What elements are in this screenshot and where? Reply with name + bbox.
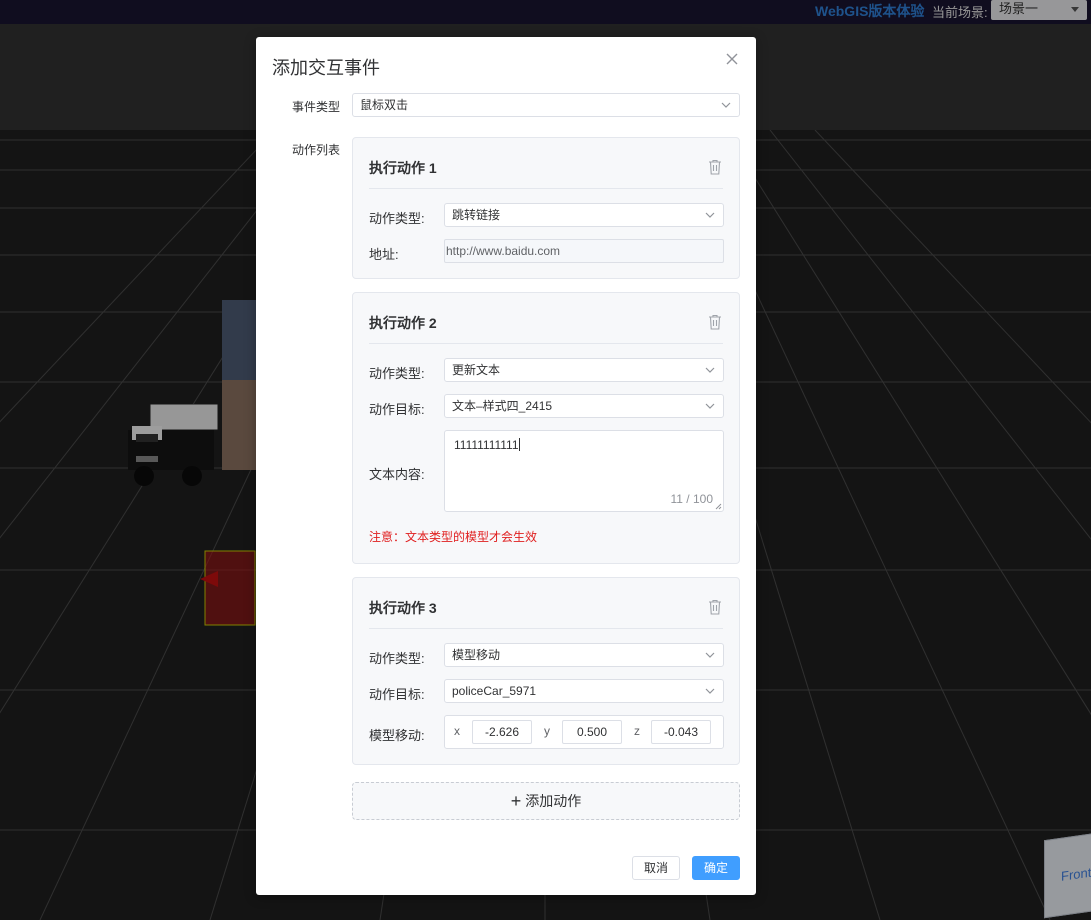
card-divider (369, 343, 723, 344)
text-content-textarea[interactable]: 11111111111 11 / 100 (444, 430, 724, 512)
action-type-value: 模型移动 (452, 648, 501, 662)
cancel-button[interactable]: 取消 (632, 856, 680, 880)
action-type-label: 动作类型: (369, 211, 425, 226)
action-target-select[interactable]: 文本–样式四_2415 (444, 394, 724, 418)
close-icon[interactable] (724, 51, 740, 67)
chevron-down-icon (705, 212, 715, 218)
action-target-label: 动作目标: (369, 402, 425, 417)
action-type-value: 更新文本 (452, 363, 501, 377)
action-type-select[interactable]: 更新文本 (444, 358, 724, 382)
chevron-down-icon (721, 102, 731, 108)
x-input[interactable]: -2.626 (472, 720, 532, 744)
warning-text: 注意：文本类型的模型才会生效 (369, 530, 538, 544)
z-input[interactable]: -0.043 (651, 720, 711, 744)
chevron-down-icon (705, 403, 715, 409)
trash-icon[interactable] (708, 599, 722, 615)
action-type-select[interactable]: 模型移动 (444, 643, 724, 667)
action-title: 执行动作 1 (369, 160, 437, 176)
chevron-down-icon (705, 367, 715, 373)
action-card-2: 执行动作 2 动作类型: 更新文本 动作目标: 文本–样式四_2415 文本内容… (352, 292, 740, 564)
chevron-down-icon (705, 688, 715, 694)
event-type-select[interactable]: 鼠标双击 (352, 93, 740, 117)
x-label: x (454, 724, 460, 738)
address-input[interactable]: http://www.baidu.com (444, 239, 724, 263)
z-label: z (634, 724, 640, 738)
event-type-label: 事件类型 (292, 100, 341, 114)
dialog-title: 添加交互事件 (272, 58, 380, 78)
add-action-button[interactable]: + 添加动作 (352, 782, 740, 820)
action-type-value: 跳转链接 (452, 208, 501, 222)
y-label: y (544, 724, 550, 738)
model-move-label: 模型移动: (369, 728, 425, 743)
add-action-label: 添加动作 (525, 793, 582, 809)
action-card-1: 执行动作 1 动作类型: 跳转链接 地址: http://www.baidu.c… (352, 137, 740, 279)
text-content-value: 11111111111 (454, 438, 520, 452)
address-label: 地址: (369, 247, 399, 262)
action-list-label: 动作列表 (292, 143, 341, 157)
confirm-button[interactable]: 确定 (692, 856, 740, 880)
trash-icon[interactable] (708, 314, 722, 330)
action-title: 执行动作 3 (369, 600, 437, 616)
card-divider (369, 188, 723, 189)
plus-icon: + (510, 791, 522, 811)
model-move-vector: x -2.626 y 0.500 z -0.043 (444, 715, 724, 749)
add-interaction-dialog: 添加交互事件 事件类型 鼠标双击 动作列表 执行动作 1 动作类型: 跳转链接 … (256, 37, 756, 895)
resize-grip-icon[interactable] (715, 503, 722, 510)
action-target-label: 动作目标: (369, 687, 425, 702)
event-type-value: 鼠标双击 (360, 98, 409, 112)
action-type-select[interactable]: 跳转链接 (444, 203, 724, 227)
action-type-label: 动作类型: (369, 651, 425, 666)
action-card-3: 执行动作 3 动作类型: 模型移动 动作目标: policeCar_5971 模… (352, 577, 740, 765)
action-target-value: 文本–样式四_2415 (452, 399, 553, 413)
action-target-select[interactable]: policeCar_5971 (444, 679, 724, 703)
trash-icon[interactable] (708, 159, 722, 175)
action-title: 执行动作 2 (369, 315, 437, 331)
text-cursor (518, 438, 520, 451)
action-target-value: policeCar_5971 (452, 684, 537, 698)
chevron-down-icon (705, 652, 715, 658)
card-divider (369, 628, 723, 629)
char-count: 11 / 100 (670, 492, 713, 506)
text-content-label: 文本内容: (369, 467, 425, 482)
action-type-label: 动作类型: (369, 366, 425, 381)
y-input[interactable]: 0.500 (562, 720, 622, 744)
text-content-text: 11111111111 (454, 438, 519, 452)
